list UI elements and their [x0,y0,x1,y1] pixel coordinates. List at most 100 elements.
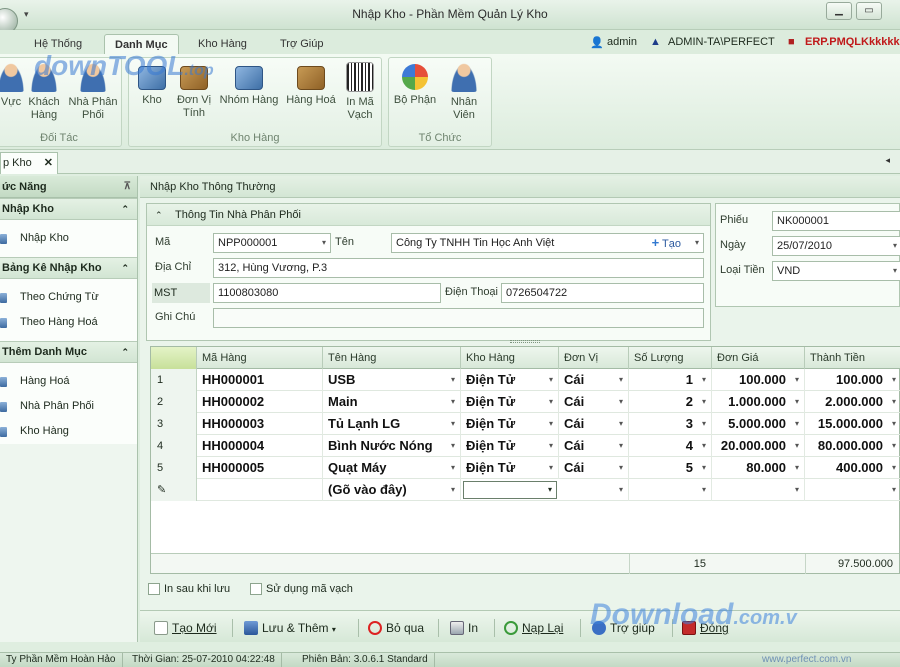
cell-thanh-tien[interactable]: 400.000 ▾ [805,457,900,479]
cell-thanh-tien[interactable]: 80.000.000 ▾ [805,435,900,457]
nav-group-nhap-kho[interactable]: Nhập Kho ⌃ [0,198,137,220]
address-field[interactable]: 312, Hùng Vương, P.3 [213,258,704,278]
nav-item-theo-hang-hoa[interactable]: Theo Hàng Hoá [0,310,137,335]
checkbox-box[interactable] [148,583,160,595]
chevron-down-icon[interactable]: ▾ [549,457,553,479]
cell-don-gia[interactable]: 20.000.000 ▾ [712,435,805,457]
checkbox-box[interactable] [250,583,262,595]
column-header-so-luong[interactable]: Số Lượng [629,347,712,369]
chevron-down-icon[interactable]: ▾ [702,435,706,457]
cell-ten-hang[interactable]: USB ▾ [323,369,461,391]
cell-so-luong[interactable]: 3 ▾ [629,413,712,435]
cell-ten-hang[interactable]: Bình Nước Nóng ▾ [323,435,461,457]
table-row[interactable]: 1 HH000001 USB ▾ Điện Tử ▾ Cái ▾ 1 ▾ 100.000… [151,369,900,391]
cell-kho-hang[interactable]: Điện Tử ▾ [461,457,559,479]
chevron-down-icon[interactable]: ▾ [548,482,552,498]
grid-select-all[interactable] [151,347,197,369]
chevron-down-icon[interactable]: ▾ [702,391,706,413]
nav-item-nhap-kho[interactable]: Nhập Kho [0,226,137,251]
column-header-don-vi[interactable]: Đơn Vị [559,347,629,369]
column-header-don-gia[interactable]: Đơn Giá [712,347,805,369]
chevron-down-icon[interactable]: ▾ [619,457,623,479]
chevron-down-icon[interactable]: ▾ [795,457,799,479]
cell-ma-hang[interactable]: HH000005 [197,457,323,479]
pin-icon[interactable]: ⊼ [124,176,131,198]
cell-ma-hang[interactable]: HH000002 [197,391,323,413]
chevron-down-icon[interactable]: ▾ [695,234,699,252]
chevron-down-icon[interactable]: ▾ [702,479,706,501]
chevron-down-icon[interactable]: ▾ [549,391,553,413]
cell-ten-hang[interactable]: Main ▾ [323,391,461,413]
cell-ma-hang[interactable]: HH000004 [197,435,323,457]
new-cell-don-vi[interactable]: ▾ [559,479,629,501]
reload-button[interactable]: Nạp Lại [504,619,563,637]
chevron-down-icon[interactable]: ▾ [322,234,326,252]
cell-thanh-tien[interactable]: 2.000.000 ▾ [805,391,900,413]
table-row[interactable]: 4 HH000004 Bình Nước Nóng ▾ Điện Tử ▾ Cái ▾… [151,435,900,457]
chevron-down-icon[interactable]: ▾ [795,391,799,413]
cell-kho-hang[interactable]: Điện Tử ▾ [461,413,559,435]
nav-item-theo-chung-tu[interactable]: Theo Chứng Từ [0,285,137,310]
cell-don-vi[interactable]: Cái ▾ [559,457,629,479]
chevron-down-icon[interactable]: ▾ [893,262,897,280]
column-header-kho-hang[interactable]: Kho Hàng [461,347,559,369]
ribbon-button-hang-hoa[interactable]: Hàng Hoá [283,62,339,107]
chevron-down-icon[interactable]: ▾ [619,413,623,435]
new-cell-ma-hang[interactable] [197,479,323,501]
chevron-down-icon[interactable]: ▾ [451,457,455,479]
cell-thanh-tien[interactable]: 100.000 ▾ [805,369,900,391]
cell-kho-hang[interactable]: Điện Tử ▾ [461,369,559,391]
chevron-down-icon[interactable]: ▾ [619,391,623,413]
chevron-down-icon[interactable]: ▾ [892,457,896,479]
chevron-down-icon[interactable]: ▾ [795,479,799,501]
cell-ten-hang[interactable]: Tủ Lạnh LG ▾ [323,413,461,435]
new-cell-so-luong[interactable]: ▾ [629,479,712,501]
chevron-up-icon[interactable]: ⌃ [155,204,163,226]
nav-item-nha-phan-phoi[interactable]: Nhà Phân Phối [0,394,137,419]
supplier-info-header[interactable]: ⌃ Thông Tin Nhà Phân Phối [147,204,710,226]
chevron-down-icon[interactable]: ▾ [451,479,455,501]
cell-ma-hang[interactable]: HH000001 [197,369,323,391]
chevron-down-icon[interactable]: ▾ [332,625,336,634]
minimize-button[interactable]: ▁ [826,2,852,20]
cell-so-luong[interactable]: 1 ▾ [629,369,712,391]
chevron-down-icon[interactable]: ▾ [795,413,799,435]
chevron-down-icon[interactable]: ▾ [451,435,455,457]
cell-don-vi[interactable]: Cái ▾ [559,369,629,391]
ribbon-button-nhan-vien[interactable]: Nhân Viên [439,62,489,122]
cell-ma-hang[interactable]: HH000003 [197,413,323,435]
restore-button[interactable]: ▭ [856,2,882,20]
cell-don-gia[interactable]: 5.000.000 ▾ [712,413,805,435]
table-row[interactable]: 5 HH000005 Quạt Máy ▾ Điện Tử ▾ Cái ▾ 5 ▾ 80… [151,457,900,479]
chevron-down-icon[interactable]: ▾ [795,435,799,457]
supplier-code-select[interactable]: NPP000001 ▾ [213,233,331,253]
cell-don-gia[interactable]: 1.000.000 ▾ [712,391,805,413]
chevron-down-icon[interactable]: ▾ [893,237,897,255]
print-after-save-checkbox[interactable]: In sau khi lưu [148,581,230,597]
chevron-down-icon[interactable]: ▾ [892,369,896,391]
supplier-name-select[interactable]: Công Ty TNHH Tin Học Anh Việt + Tạo ▾ [391,233,704,253]
chevron-down-icon[interactable]: ▾ [892,391,896,413]
cell-so-luong[interactable]: 4 ▾ [629,435,712,457]
chevron-down-icon[interactable]: ▾ [451,413,455,435]
cell-so-luong[interactable]: 2 ▾ [629,391,712,413]
chevron-up-icon[interactable]: ⌃ [121,342,129,362]
date-picker[interactable]: 25/07/2010 ▾ [772,236,900,256]
chevron-down-icon[interactable]: ▾ [892,435,896,457]
nav-group-bang-ke-nhap-kho[interactable]: Bảng Kê Nhập Kho ⌃ [0,257,137,279]
skip-button[interactable]: Bỏ qua [368,619,424,637]
print-button[interactable]: In [450,619,478,637]
cell-don-vi[interactable]: Cái ▾ [559,413,629,435]
receipt-number-field[interactable]: NK000001 [772,211,900,231]
column-header-thanh-tien[interactable]: Thành Tiền [805,347,900,369]
ribbon-button-bo-phan[interactable]: Bộ Phận [393,62,437,107]
chevron-down-icon[interactable]: ▾ [795,369,799,391]
add-new-supplier-button[interactable]: + Tạo [652,234,681,252]
tax-code-field[interactable]: 1100803080 [213,283,441,303]
chevron-down-icon[interactable]: ▾ [549,435,553,457]
ribbon-button-in-ma-vach[interactable]: In Mã Vạch [343,62,377,122]
chevron-down-icon[interactable]: ▾ [619,369,623,391]
new-button[interactable]: Tạo Mới [154,619,217,637]
close-icon[interactable]: ✕ [44,153,53,173]
nav-group-them-danh-muc[interactable]: Thêm Danh Mục ⌃ [0,341,137,363]
